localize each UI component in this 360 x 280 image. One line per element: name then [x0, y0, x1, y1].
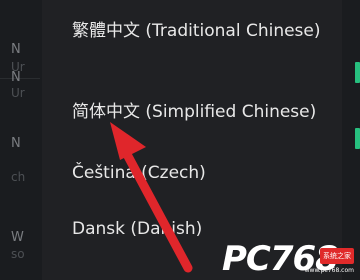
language-option-simplified-chinese[interactable]: 简体中文 (Simplified Chinese): [42, 100, 342, 124]
background-item-title: N: [11, 42, 21, 57]
background-item-title: N: [11, 136, 21, 151]
logo-badge: 系统之家: [320, 248, 354, 264]
background-toggle: [355, 62, 360, 83]
background-item-title: N: [11, 70, 21, 85]
language-option-danish[interactable]: Dansk (Danish): [42, 217, 342, 241]
background-item-subtitle: ch: [11, 170, 25, 184]
background-item-subtitle: Ur: [11, 86, 25, 100]
logo-url: www.pc768.com: [304, 267, 354, 274]
language-option-traditional-chinese[interactable]: 繁體中文 (Traditional Chinese): [42, 19, 342, 43]
background-item-title: W: [11, 230, 24, 245]
language-dialog: 繁體中文 (Traditional Chinese) 简体中文 (Simplif…: [42, 0, 342, 280]
language-option-czech[interactable]: Čeština (Czech): [42, 161, 342, 185]
background-item-subtitle: so: [11, 247, 25, 261]
pc768-logo: PC768 系统之家 www.pc768.com: [222, 242, 354, 276]
background-toggle: [355, 128, 360, 149]
